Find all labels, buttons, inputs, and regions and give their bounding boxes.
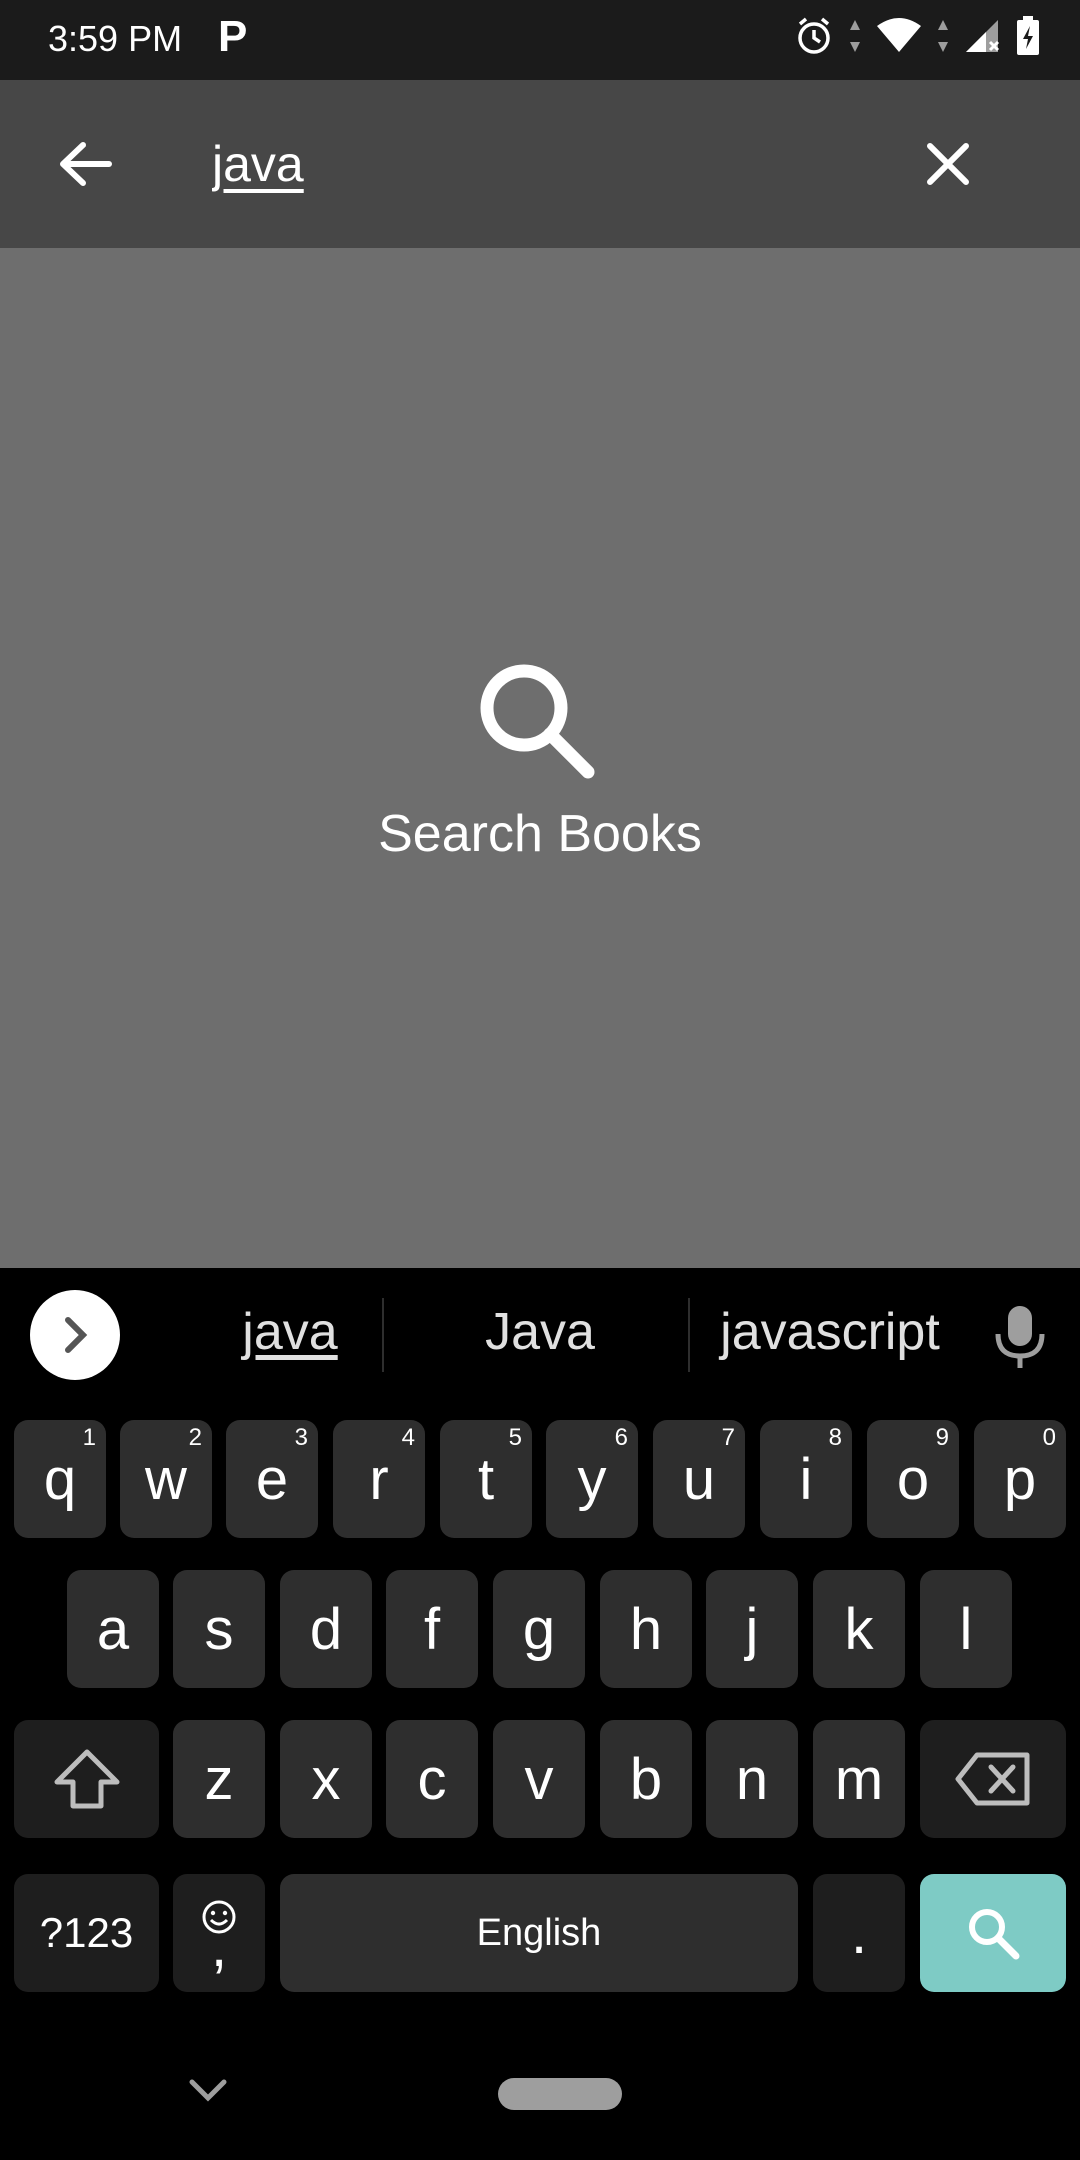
expand-toolbar-button[interactable]: [30, 1290, 120, 1380]
key-a[interactable]: a: [67, 1570, 159, 1688]
key-p[interactable]: p0: [974, 1420, 1066, 1538]
key-label: q: [43, 1446, 77, 1512]
backspace-icon: [955, 1752, 1030, 1806]
home-pill[interactable]: [498, 2078, 622, 2110]
key-label: u: [682, 1446, 716, 1512]
key-y[interactable]: y6: [546, 1420, 638, 1538]
key-label: r: [369, 1446, 389, 1512]
search-icon: [480, 664, 595, 779]
battery-icon: [1017, 16, 1039, 55]
status-icons: [794, 16, 1040, 56]
key-r[interactable]: r4: [333, 1420, 425, 1538]
suggestion-divider: [688, 1298, 690, 1372]
key-i[interactable]: i8: [760, 1420, 852, 1538]
soft-keyboard: java Java javascript q1 w2 e3 r4 t5 y6 u…: [0, 1268, 1080, 2160]
key-hint: 9: [935, 1424, 949, 1451]
wifi-icon: [877, 18, 921, 52]
suggestion-2[interactable]: Java: [420, 1302, 660, 1362]
empty-state-label: Search Books: [378, 805, 702, 863]
search-empty-state: Search Books: [0, 248, 1080, 1268]
key-label: w: [145, 1446, 187, 1512]
key-u[interactable]: u7: [653, 1420, 745, 1538]
key-b[interactable]: b: [600, 1720, 692, 1838]
chevron-down-icon[interactable]: [186, 2076, 230, 2106]
key-m[interactable]: m: [813, 1720, 905, 1838]
key-hint: 2: [188, 1424, 202, 1451]
key-f[interactable]: f: [386, 1570, 478, 1688]
key-label: p: [1003, 1446, 1037, 1512]
key-hint: 1: [82, 1424, 96, 1451]
key-e[interactable]: e3: [226, 1420, 318, 1538]
cell-signal-icon: [966, 20, 1000, 52]
chevron-right-icon: [65, 1317, 88, 1353]
close-icon: [927, 143, 969, 185]
key-j[interactable]: j: [706, 1570, 798, 1688]
suggestion-strip: java Java javascript: [0, 1268, 1080, 1400]
key-z[interactable]: z: [173, 1720, 265, 1838]
search-action-key[interactable]: [920, 1874, 1066, 1992]
search-app-bar: [0, 80, 1080, 248]
key-x[interactable]: x: [280, 1720, 372, 1838]
space-key[interactable]: English: [280, 1874, 798, 1992]
key-n[interactable]: n: [706, 1720, 798, 1838]
key-label: t: [477, 1446, 495, 1512]
key-w[interactable]: w2: [120, 1420, 212, 1538]
key-label: i: [799, 1446, 813, 1512]
key-hint: 6: [614, 1424, 628, 1451]
key-g[interactable]: g: [493, 1570, 585, 1688]
emoji-comma-key[interactable]: ,: [173, 1874, 265, 1992]
suggestion-divider: [382, 1298, 384, 1372]
shift-key[interactable]: [14, 1720, 159, 1838]
suggestion-1[interactable]: java: [180, 1302, 400, 1362]
key-hint: 0: [1042, 1424, 1056, 1451]
key-hint: 5: [508, 1424, 522, 1451]
back-button[interactable]: [50, 128, 122, 200]
key-hint: 3: [294, 1424, 308, 1451]
key-label: e: [255, 1446, 289, 1512]
key-d[interactable]: d: [280, 1570, 372, 1688]
arrow-back-icon: [60, 142, 112, 186]
status-time: 3:59 PM: [48, 18, 183, 59]
search-icon: [969, 1909, 1020, 1960]
key-label: o: [896, 1446, 930, 1512]
data-arrows-icon: [850, 20, 860, 52]
search-input[interactable]: [212, 132, 852, 196]
clear-search-button[interactable]: [912, 128, 984, 200]
key-o[interactable]: o9: [867, 1420, 959, 1538]
key-s[interactable]: s: [173, 1570, 265, 1688]
data-arrows-icon-2: [938, 20, 948, 52]
key-hint: 7: [721, 1424, 735, 1451]
backspace-key[interactable]: [920, 1720, 1066, 1838]
key-h[interactable]: h: [600, 1570, 692, 1688]
notification-p-icon: P: [218, 12, 248, 61]
shift-icon: [54, 1749, 119, 1809]
key-hint: 4: [401, 1424, 415, 1451]
microphone-icon[interactable]: [990, 1304, 1050, 1370]
key-label: y: [577, 1446, 607, 1512]
key-hint: 8: [828, 1424, 842, 1451]
key-k[interactable]: k: [813, 1570, 905, 1688]
period-key[interactable]: .: [813, 1874, 905, 1992]
key-v[interactable]: v: [493, 1720, 585, 1838]
key-t[interactable]: t5: [440, 1420, 532, 1538]
key-q[interactable]: q1: [14, 1420, 106, 1538]
key-l[interactable]: l: [920, 1570, 1012, 1688]
symbols-key[interactable]: ?123: [14, 1874, 159, 1992]
comma-label: ,: [210, 1914, 228, 1979]
navigation-bar: [0, 2032, 1080, 2160]
status-bar: 3:59 PM P: [0, 0, 1080, 80]
alarm-icon: [798, 17, 830, 54]
key-c[interactable]: c: [386, 1720, 478, 1838]
suggestion-3[interactable]: javascript: [700, 1302, 960, 1362]
